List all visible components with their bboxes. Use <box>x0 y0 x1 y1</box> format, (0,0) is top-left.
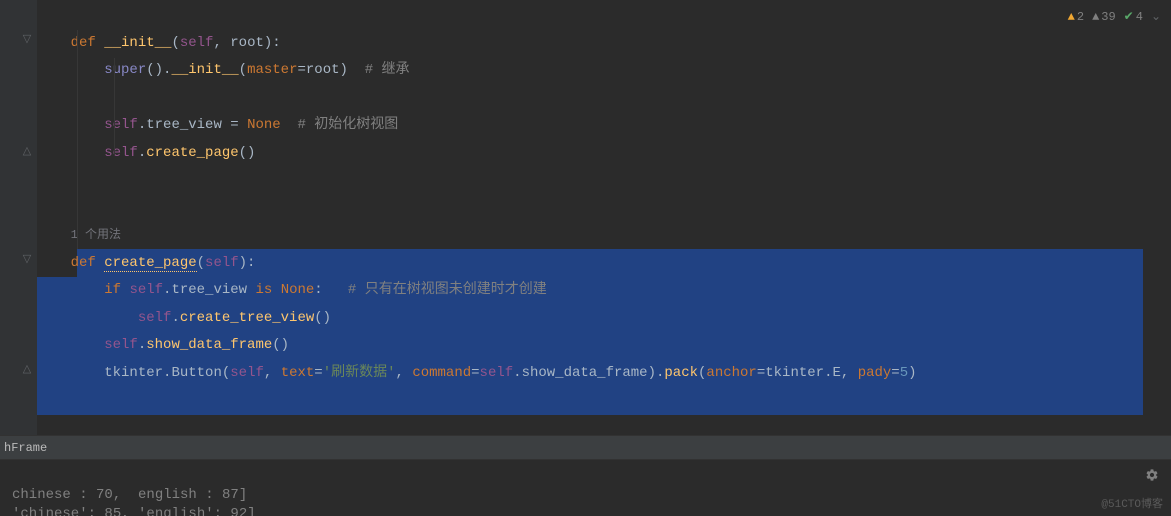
typo-count: 4 <box>1136 10 1143 24</box>
code-line: def __init__(self, root): <box>37 30 1171 58</box>
checkmark-icon: ✔ <box>1124 9 1134 24</box>
code-line: self.create_page() <box>37 140 1171 168</box>
code-line: if self.tree_view is None: # 只有在树视图未创建时才… <box>37 277 1171 305</box>
code-line <box>37 167 1171 195</box>
collapse-end-icon[interactable]: △ <box>20 144 34 158</box>
weak-warning-indicator[interactable]: ▲ 39 <box>1092 10 1116 24</box>
warning-indicator[interactable]: ▲ 2 <box>1068 10 1084 24</box>
code-line: tkinter.Button(self, text='刷新数据', comman… <box>37 360 1171 388</box>
chevron-icon[interactable]: ⌄ <box>1151 9 1161 24</box>
code-line: self.tree_view = None # 初始化树视图 <box>37 112 1171 140</box>
code-line <box>37 85 1171 113</box>
typo-indicator[interactable]: ✔ 4 <box>1124 9 1143 24</box>
collapse-marker-icon[interactable]: ▽ <box>20 32 34 46</box>
breadcrumb-item[interactable]: hFrame <box>4 441 47 455</box>
code-editor[interactable]: ▽ △ ▽ △ ▲ 2 ▲ 39 ✔ 4 ⌄ def __init__(self… <box>0 0 1171 435</box>
code-line: self.create_tree_view() <box>37 305 1171 333</box>
weak-warning-icon: ▲ <box>1092 10 1099 24</box>
inspection-widget[interactable]: ▲ 2 ▲ 39 ✔ 4 ⌄ <box>1068 9 1161 24</box>
collapse-marker-icon[interactable]: ▽ <box>20 252 34 266</box>
weak-warning-count: 39 <box>1101 10 1115 24</box>
code-line <box>37 195 1171 223</box>
code-line: super().__init__(master=root) # 继承 <box>37 57 1171 85</box>
gutter: ▽ △ ▽ △ <box>0 0 37 435</box>
warning-count: 2 <box>1077 10 1084 24</box>
code-line: def create_page(self): <box>37 250 1171 278</box>
gear-icon[interactable] <box>1145 468 1159 487</box>
warning-icon: ▲ <box>1068 10 1075 24</box>
collapse-end-icon[interactable]: △ <box>20 362 34 376</box>
console-output: chinese : 70, english : 87] <box>12 487 247 501</box>
watermark: @51CTO博客 <box>1101 495 1163 511</box>
console-output: 'chinese': 85, 'english': 92] <box>12 506 256 516</box>
usage-hint: 1 个用法 <box>37 222 1171 250</box>
breadcrumb[interactable]: hFrame <box>0 435 1171 459</box>
code-line <box>37 2 1171 30</box>
bottom-panel: chinese : 70, english : 87] 'chinese': 8… <box>0 459 1171 513</box>
code-line: self.show_data_frame() <box>37 332 1171 360</box>
code-content[interactable]: def __init__(self, root): super().__init… <box>37 0 1171 435</box>
